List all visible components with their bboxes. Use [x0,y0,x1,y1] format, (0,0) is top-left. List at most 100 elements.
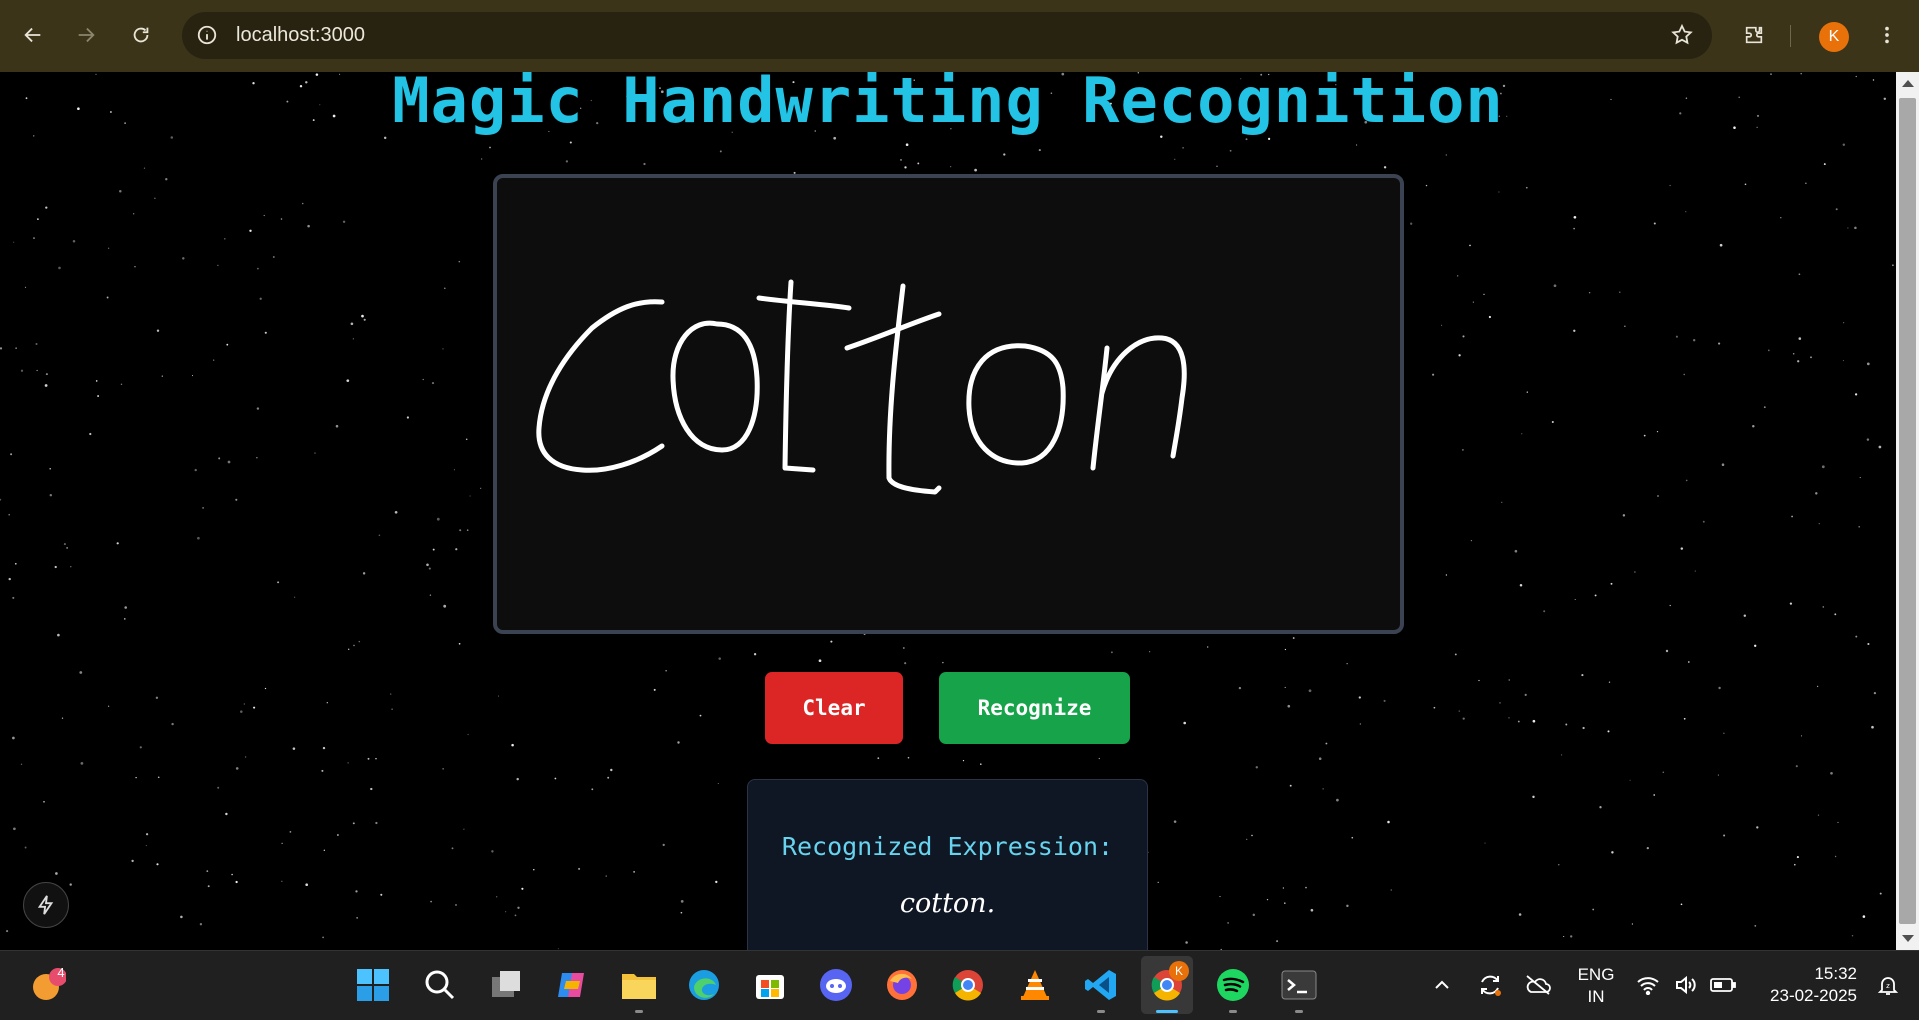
star [1574,598,1576,601]
reload-icon[interactable] [124,18,158,52]
star [680,911,683,914]
chrome-icon[interactable] [946,963,990,1007]
star [106,296,109,299]
star [1325,742,1328,745]
running-indicator [1229,1010,1237,1013]
onedrive-off-icon[interactable] [1518,963,1558,1007]
star [256,457,258,459]
star [143,167,146,169]
lightning-icon[interactable] [23,882,69,928]
date-label: 23-02-2025 [1770,986,1857,1005]
star [342,220,346,223]
search-icon[interactable] [418,963,462,1007]
drawing-canvas[interactable] [493,174,1404,634]
store-icon[interactable] [748,963,792,1007]
star [35,342,38,346]
chevron-up-icon[interactable] [1422,963,1462,1007]
clock[interactable]: 15:32 23-02-2025 [1757,963,1857,1007]
result-label: Recognized Expression: [781,832,1114,861]
star [165,178,168,181]
star [116,542,119,545]
chrome-profile-icon[interactable]: K [1145,961,1189,1013]
profile-avatar[interactable]: K [1819,22,1849,52]
star [256,407,260,410]
star [900,159,902,161]
bookmark-star-icon[interactable] [1670,23,1694,47]
star [1462,449,1464,451]
site-info-icon[interactable] [196,24,218,46]
star [1866,362,1870,366]
notifications-bell-icon[interactable]: z [1870,963,1906,1007]
scroll-thumb[interactable] [1899,98,1916,924]
star [240,710,243,713]
vscode-icon[interactable] [1079,963,1123,1013]
edge-icon[interactable] [682,963,726,1007]
star [154,197,156,199]
star [514,914,517,917]
star [347,648,350,651]
notification-count: 4 [57,965,65,980]
star [1174,158,1176,160]
discord-icon[interactable] [814,963,858,1007]
star [307,224,310,228]
star [1508,717,1510,719]
star [610,768,613,772]
star [489,146,491,149]
forward-icon[interactable] [69,18,103,52]
star [347,762,349,764]
star [37,218,39,220]
recognize-button[interactable]: Recognize [939,672,1130,744]
star [1847,227,1849,229]
star [1854,226,1857,230]
battery-icon[interactable] [1705,963,1741,1007]
weather-widget-icon[interactable]: 4 [26,963,70,1007]
star [511,743,514,747]
firefox-icon[interactable] [880,963,924,1007]
star [1871,725,1874,729]
address-bar[interactable]: localhost:3000 [182,12,1712,59]
menu-kebab-icon[interactable] [1870,18,1904,52]
star [1821,465,1825,469]
star [1680,903,1683,906]
volume-icon[interactable] [1668,963,1704,1007]
back-icon[interactable] [16,18,50,52]
star [1472,301,1474,303]
star [199,923,203,926]
star [1284,902,1286,904]
terminal-icon[interactable] [1277,963,1321,1013]
sync-icon[interactable] [1470,963,1510,1007]
scroll-down-arrow[interactable] [1902,935,1914,942]
star [346,379,350,383]
svg-text:z: z [1886,982,1890,990]
spotify-icon[interactable] [1211,963,1255,1013]
star [565,160,569,163]
input-language[interactable]: ENG IN [1573,964,1619,1008]
star [1794,863,1796,866]
copilot-icon[interactable] [550,963,594,1007]
vlc-icon[interactable] [1013,963,1057,1007]
extensions-icon[interactable] [1737,18,1771,52]
star [350,322,354,326]
star [263,214,265,217]
page-scrollbar[interactable] [1896,72,1919,950]
scroll-up-arrow[interactable] [1902,80,1914,87]
star [974,168,977,172]
star [1445,574,1448,576]
file-explorer-icon[interactable] [617,963,661,1013]
star [1694,570,1696,572]
star [1282,887,1285,889]
star [1608,681,1611,683]
start-icon[interactable] [351,963,395,1007]
url-text[interactable]: localhost:3000 [236,24,365,47]
star [662,843,665,847]
star [207,885,210,888]
star [301,202,304,205]
wifi-icon[interactable] [1630,963,1666,1007]
star [289,831,292,833]
task-view-icon[interactable] [484,963,528,1007]
star [1484,842,1486,844]
clear-button[interactable]: Clear [765,672,903,744]
star [1318,757,1322,760]
star [180,915,183,919]
star [1834,613,1837,616]
